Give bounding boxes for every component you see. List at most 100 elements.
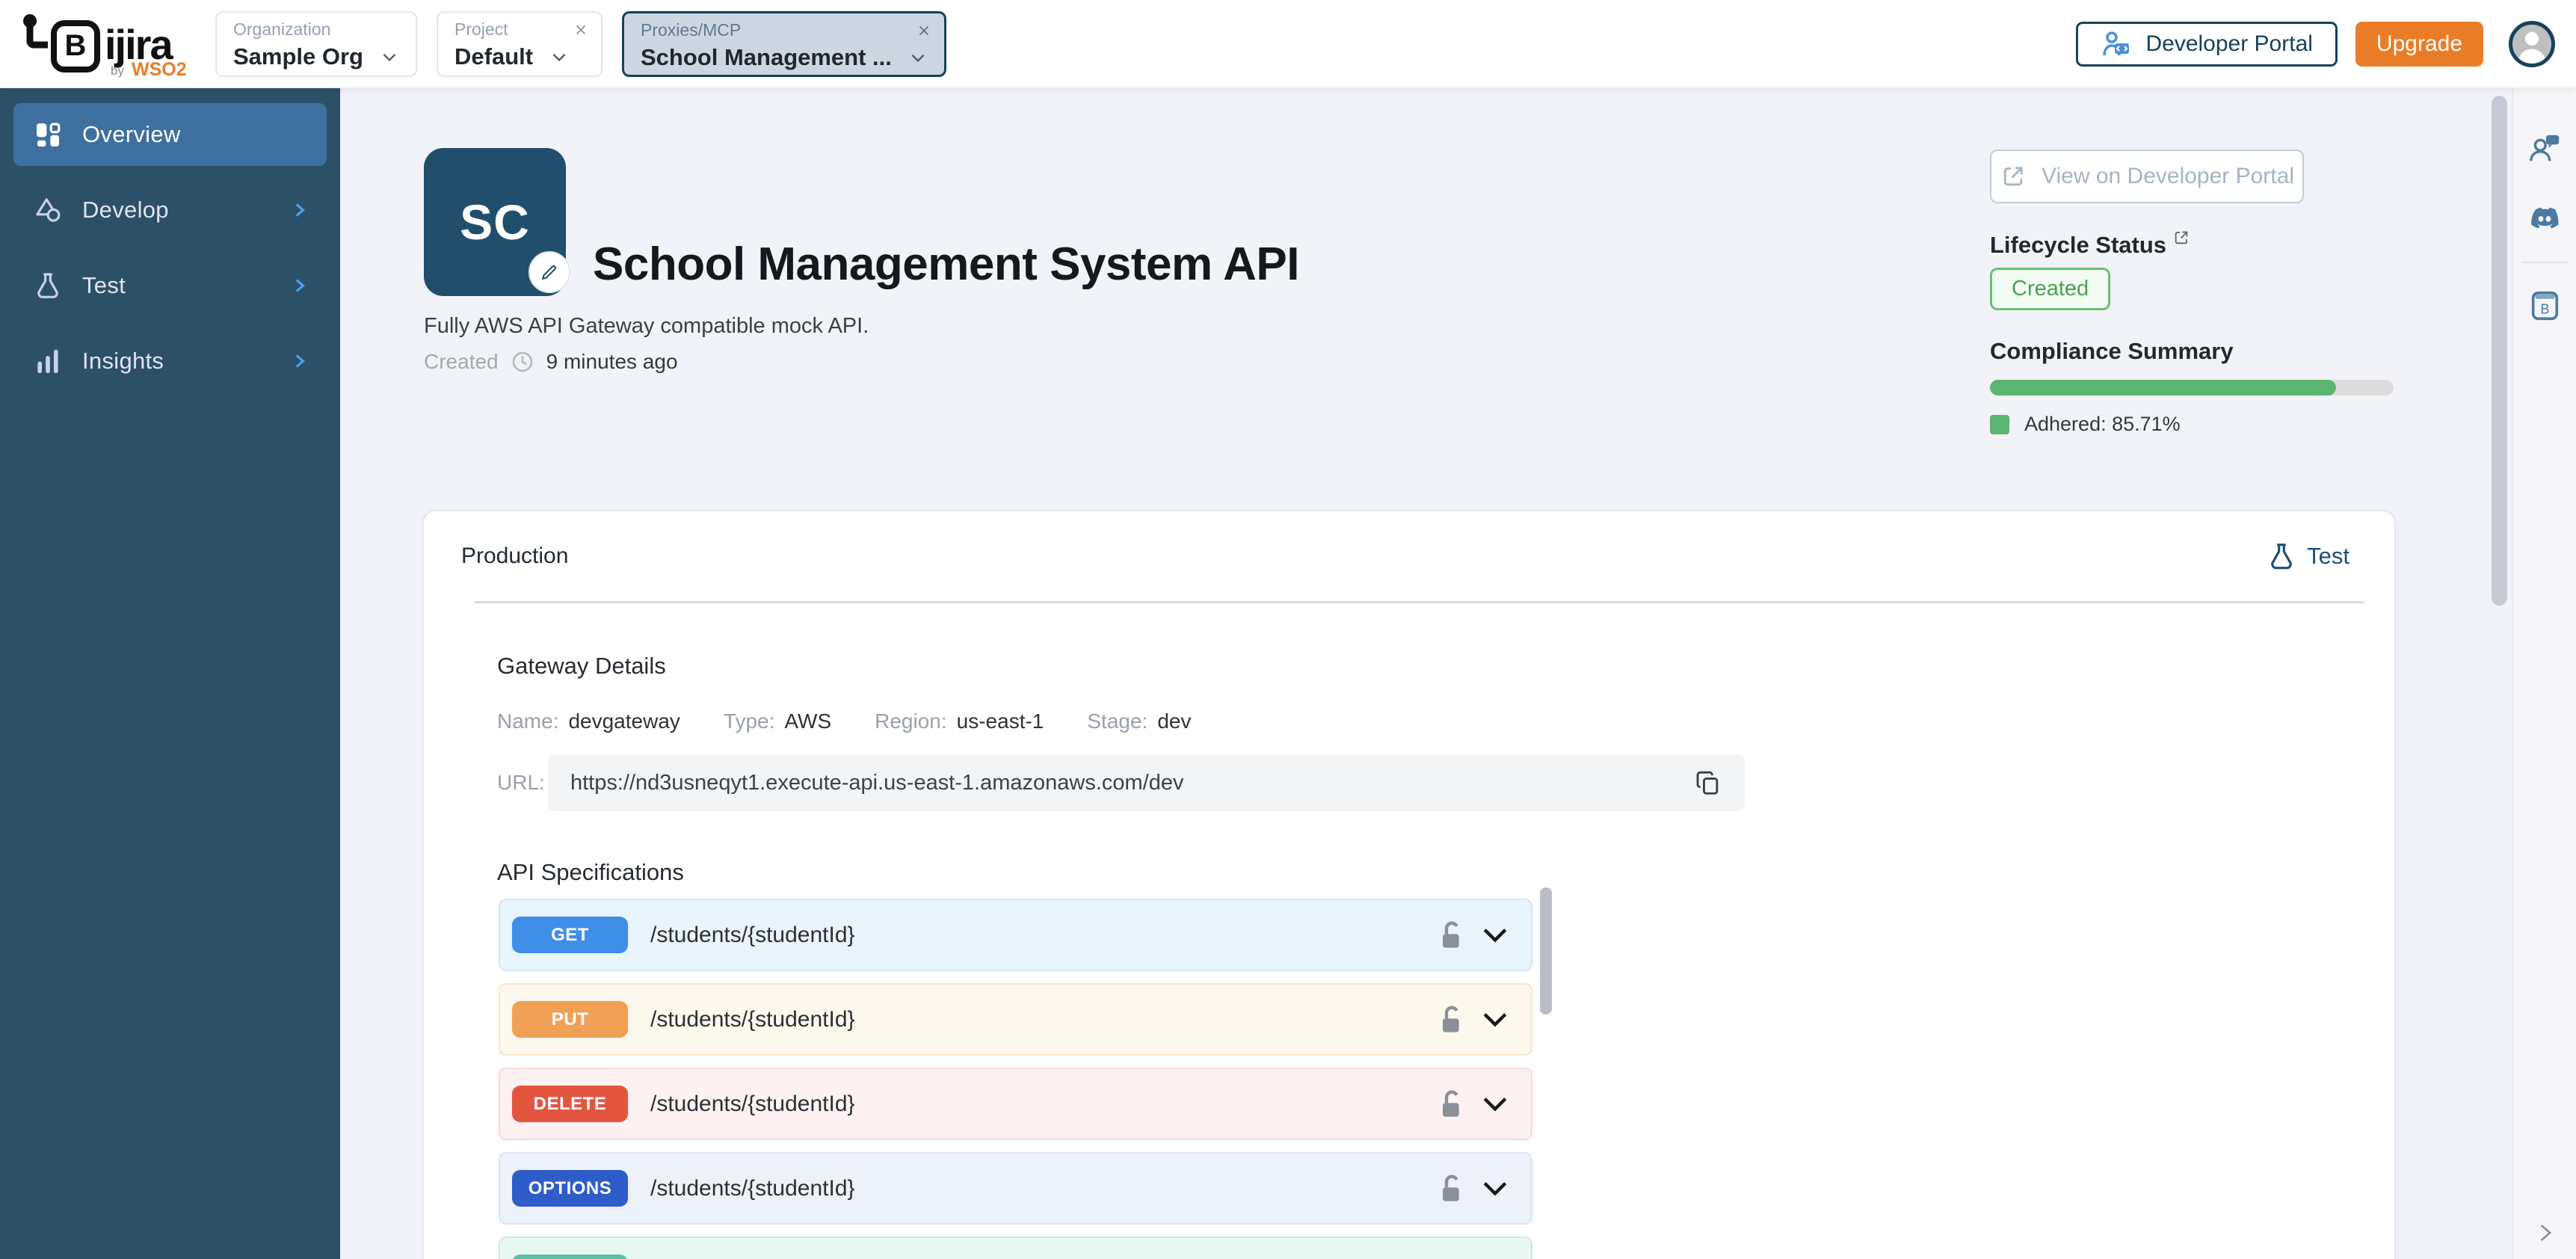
api-initials: SC bbox=[460, 194, 530, 250]
shapes-icon bbox=[33, 195, 63, 225]
compliance-progress-fill bbox=[1990, 380, 2336, 395]
sidebar-item-insights[interactable]: Insights bbox=[13, 330, 327, 393]
chevron-down-icon[interactable] bbox=[1479, 1088, 1512, 1121]
collapse-chevron-icon[interactable] bbox=[2532, 1220, 2557, 1246]
external-link-small-icon[interactable] bbox=[2172, 229, 2190, 247]
gateway-field-name: Name: devgateway bbox=[497, 709, 680, 733]
unlocked-padlock-icon bbox=[1435, 1172, 1465, 1205]
user-avatar[interactable] bbox=[2509, 21, 2555, 67]
endpoint-list: GET /students/{studentId} PUT /students/… bbox=[499, 899, 1532, 1259]
endpoint-path: /students/{studentId} bbox=[650, 923, 1435, 948]
lifecycle-status-label: Lifecycle Status bbox=[1990, 232, 2190, 259]
copy-icon bbox=[1694, 769, 1722, 797]
endpoint-list-scrollbar-thumb[interactable] bbox=[1540, 887, 1552, 1015]
pencil-icon bbox=[539, 262, 560, 283]
endpoint-row-partial[interactable] bbox=[499, 1237, 1532, 1259]
rail-divider bbox=[2521, 262, 2568, 263]
created-time: 9 minutes ago bbox=[546, 350, 678, 374]
gateway-field-stage: Stage: dev bbox=[1087, 709, 1191, 733]
gateway-url: https://nd3usneqyt1.execute-api.us-east-… bbox=[570, 771, 1694, 795]
adhered-label: Adhered: 85.71% bbox=[2024, 413, 2181, 436]
user-icon bbox=[2515, 28, 2548, 64]
compliance-summary-label: Compliance Summary bbox=[1990, 338, 2234, 365]
developer-portal-button[interactable]: Developer Portal bbox=[2076, 22, 2337, 67]
unlocked-padlock-icon bbox=[1435, 1003, 1465, 1036]
url-label: URL: bbox=[497, 771, 546, 795]
environment-title: Production bbox=[461, 544, 568, 569]
chevron-right-icon bbox=[289, 351, 309, 371]
view-on-developer-portal-button[interactable]: View on Developer Portal bbox=[1990, 150, 2304, 203]
logo-letter: B bbox=[51, 20, 100, 73]
copy-url-button[interactable] bbox=[1694, 769, 1722, 797]
production-card: Production Test Gateway Details Name: de… bbox=[422, 510, 2396, 1259]
sidebar-item-test[interactable]: Test bbox=[13, 254, 327, 317]
filter-proxies-mcp[interactable]: Proxies/MCP School Management ... bbox=[622, 11, 946, 77]
filter-project[interactable]: Project Default bbox=[437, 11, 603, 77]
sidebar: Overview Develop Test Insights bbox=[0, 88, 340, 1259]
discord-icon[interactable] bbox=[2527, 202, 2562, 236]
docs-icon[interactable]: B bbox=[2527, 289, 2562, 323]
method-pill bbox=[512, 1255, 628, 1259]
app-header: B ijira by WSO2 Organization Sample Org … bbox=[0, 0, 2576, 88]
test-button[interactable]: Test bbox=[2267, 541, 2349, 571]
method-pill: GET bbox=[512, 917, 628, 953]
unlocked-padlock-icon bbox=[1435, 919, 1465, 952]
chevron-down-icon[interactable] bbox=[1479, 919, 1512, 952]
unlocked-padlock-icon bbox=[1435, 1088, 1465, 1121]
endpoint-row-put[interactable]: PUT /students/{studentId} bbox=[499, 983, 1532, 1056]
flask-icon bbox=[33, 271, 63, 301]
page-scrollbar-thumb[interactable] bbox=[2492, 96, 2507, 606]
gateway-field-type: Type: AWS bbox=[724, 709, 831, 733]
gateway-meta-row: Name: devgateway Type: AWS Region: us-ea… bbox=[497, 709, 2394, 733]
gateway-details-heading: Gateway Details bbox=[497, 653, 2394, 680]
created-row: Created 9 minutes ago bbox=[424, 350, 678, 374]
page-title: School Management System API bbox=[593, 238, 1299, 291]
clock-icon bbox=[511, 350, 534, 374]
api-avatar-tile: SC bbox=[424, 148, 566, 296]
logo-by: by bbox=[111, 64, 124, 79]
chevron-down-icon[interactable] bbox=[908, 48, 928, 67]
api-description: Fully AWS API Gateway compatible mock AP… bbox=[424, 314, 869, 339]
feedback-icon[interactable] bbox=[2527, 132, 2562, 166]
gateway-url-box: https://nd3usneqyt1.execute-api.us-east-… bbox=[548, 754, 1745, 811]
chevron-down-icon[interactable] bbox=[1479, 1172, 1512, 1205]
svg-text:B: B bbox=[2540, 302, 2549, 317]
chevron-down-icon[interactable] bbox=[1479, 1003, 1512, 1036]
grid-icon bbox=[33, 120, 63, 150]
chevron-down-icon[interactable] bbox=[380, 47, 399, 67]
card-divider bbox=[475, 601, 2364, 603]
upgrade-button[interactable]: Upgrade bbox=[2355, 22, 2483, 67]
clear-filter-icon[interactable] bbox=[916, 22, 932, 39]
filter-organization[interactable]: Organization Sample Org bbox=[215, 11, 417, 77]
chevron-right-icon bbox=[289, 276, 309, 295]
adhered-swatch bbox=[1990, 415, 2009, 434]
api-specifications-heading: API Specifications bbox=[497, 859, 2394, 886]
endpoint-row-get[interactable]: GET /students/{studentId} bbox=[499, 899, 1532, 971]
bars-icon bbox=[33, 346, 63, 376]
right-rail: B bbox=[2512, 88, 2576, 1259]
chevron-right-icon bbox=[289, 200, 309, 220]
clear-filter-icon[interactable] bbox=[573, 22, 589, 38]
endpoint-path: /students/{studentId} bbox=[650, 1092, 1435, 1117]
bijira-logo: B ijira by WSO2 bbox=[22, 10, 181, 79]
compliance-legend: Adhered: 85.71% bbox=[1990, 413, 2181, 436]
endpoint-row-delete[interactable]: DELETE /students/{studentId} bbox=[499, 1068, 1532, 1140]
method-pill: OPTIONS bbox=[512, 1170, 628, 1207]
endpoint-path: /students/{studentId} bbox=[650, 1176, 1435, 1201]
gateway-url-row: URL: https://nd3usneqyt1.execute-api.us-… bbox=[497, 754, 2394, 811]
dev-portal-icon bbox=[2101, 28, 2132, 60]
edit-icon-badge[interactable] bbox=[529, 251, 570, 293]
gateway-field-region: Region: us-east-1 bbox=[875, 709, 1044, 733]
lifecycle-status-badge: Created bbox=[1990, 268, 2110, 310]
sidebar-item-overview[interactable]: Overview bbox=[13, 103, 327, 166]
endpoint-path: /students/{studentId} bbox=[650, 1007, 1435, 1032]
external-link-icon bbox=[2000, 163, 2027, 190]
endpoint-row-options[interactable]: OPTIONS /students/{studentId} bbox=[499, 1152, 1532, 1225]
method-pill: PUT bbox=[512, 1001, 628, 1038]
method-pill: DELETE bbox=[512, 1086, 628, 1122]
sidebar-item-develop[interactable]: Develop bbox=[13, 179, 327, 241]
created-label: Created bbox=[424, 350, 499, 374]
header-filters: Organization Sample Org Project Default … bbox=[215, 11, 946, 77]
chevron-down-icon[interactable] bbox=[549, 47, 569, 67]
flask-icon bbox=[2267, 541, 2296, 571]
